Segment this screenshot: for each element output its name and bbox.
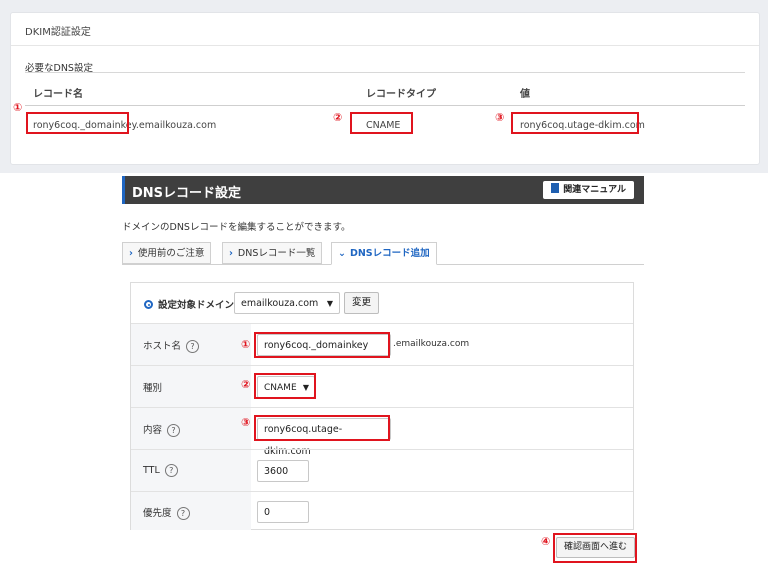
ttl-label: TTL xyxy=(143,465,160,476)
domain-select[interactable]: emailkouza.com ▼ xyxy=(234,292,340,314)
domain-row: 設定対象ドメイン emailkouza.com ▼ 変更 xyxy=(131,283,633,323)
chevron-down-icon: ▼ xyxy=(326,299,333,308)
panel-title: DNSレコード設定 xyxy=(132,186,242,201)
marker-4: ④ xyxy=(541,535,551,548)
help-icon[interactable]: ? xyxy=(164,464,178,477)
priority-row: 優先度? 0 xyxy=(131,491,633,530)
content-label: 内容 xyxy=(143,425,163,436)
priority-label: 優先度 xyxy=(143,508,172,519)
highlight-box xyxy=(254,373,316,399)
highlight-box xyxy=(26,112,129,134)
marker-3: ③ xyxy=(241,416,251,429)
header-value: 値 xyxy=(520,89,530,100)
marker-3: ③ xyxy=(495,111,505,124)
divider xyxy=(25,105,745,106)
priority-label-cell: 優先度? xyxy=(131,492,251,530)
type-label: 種別 xyxy=(143,383,163,394)
ttl-label-cell: TTL? xyxy=(131,450,251,492)
help-icon[interactable]: ? xyxy=(186,340,200,353)
header-record-name: レコード名 xyxy=(33,89,83,100)
marker-2: ② xyxy=(333,111,343,124)
chevron-down-icon: ⌄ xyxy=(338,248,346,259)
radio-selected-icon xyxy=(144,300,153,309)
panel-description: ドメインのDNSレコードを編集することができます。 xyxy=(122,222,351,233)
type-row: 種別 CNAME ▼ xyxy=(131,365,633,408)
tab-label: 使用前のご注意 xyxy=(137,248,205,259)
header-record-type: レコードタイプ xyxy=(366,89,436,100)
marker-1: ① xyxy=(13,101,23,114)
help-icon[interactable]: ? xyxy=(176,507,190,520)
host-label: ホスト名 xyxy=(143,341,182,352)
type-label-cell: 種別 xyxy=(131,366,251,408)
domain-select-value: emailkouza.com xyxy=(241,298,319,309)
tab-label: DNSレコード一覧 xyxy=(237,248,316,259)
highlight-box xyxy=(350,112,413,134)
host-suffix: .emailkouza.com xyxy=(393,339,470,349)
chevron-right-icon: › xyxy=(229,248,233,259)
highlight-box xyxy=(254,415,390,441)
highlight-box xyxy=(553,533,637,563)
header-accent xyxy=(122,176,125,204)
panel-header: DNSレコード設定 関連マニュアル xyxy=(122,176,644,204)
dns-record-form: 設定対象ドメイン emailkouza.com ▼ 変更 ホスト名? rony6c… xyxy=(130,282,634,530)
ttl-row: TTL? 3600 xyxy=(131,449,633,492)
divider xyxy=(25,72,745,73)
tab-label: DNSレコード追加 xyxy=(349,248,430,259)
content-label-cell: 内容? xyxy=(131,408,251,450)
tab-record-list[interactable]: › DNSレコード一覧 xyxy=(222,242,323,264)
chevron-right-icon: › xyxy=(129,248,133,259)
related-manual-button[interactable]: 関連マニュアル xyxy=(543,181,634,199)
tab-add-record[interactable]: ⌄ DNSレコード追加 xyxy=(331,242,437,265)
host-label-cell: ホスト名? xyxy=(131,324,251,366)
marker-1: ① xyxy=(241,338,251,351)
dkim-settings-card: DKIM認証設定 必要なDNS設定 レコード名 レコードタイプ 値 rony6c… xyxy=(10,12,760,165)
domain-label: 設定対象ドメイン xyxy=(158,300,235,311)
ttl-input[interactable]: 3600 xyxy=(257,460,309,482)
dkim-card-title: DKIM認証設定 xyxy=(25,27,91,38)
change-domain-button[interactable]: 変更 xyxy=(344,292,380,314)
highlight-box xyxy=(254,332,390,358)
tab-precautions[interactable]: › 使用前のご注意 xyxy=(122,242,212,264)
book-icon xyxy=(551,183,560,193)
related-manual-label: 関連マニュアル xyxy=(563,185,626,195)
marker-2: ② xyxy=(241,378,251,391)
highlight-box xyxy=(511,112,639,134)
priority-input[interactable]: 0 xyxy=(257,501,309,523)
divider xyxy=(11,45,759,46)
help-icon[interactable]: ? xyxy=(167,424,181,437)
